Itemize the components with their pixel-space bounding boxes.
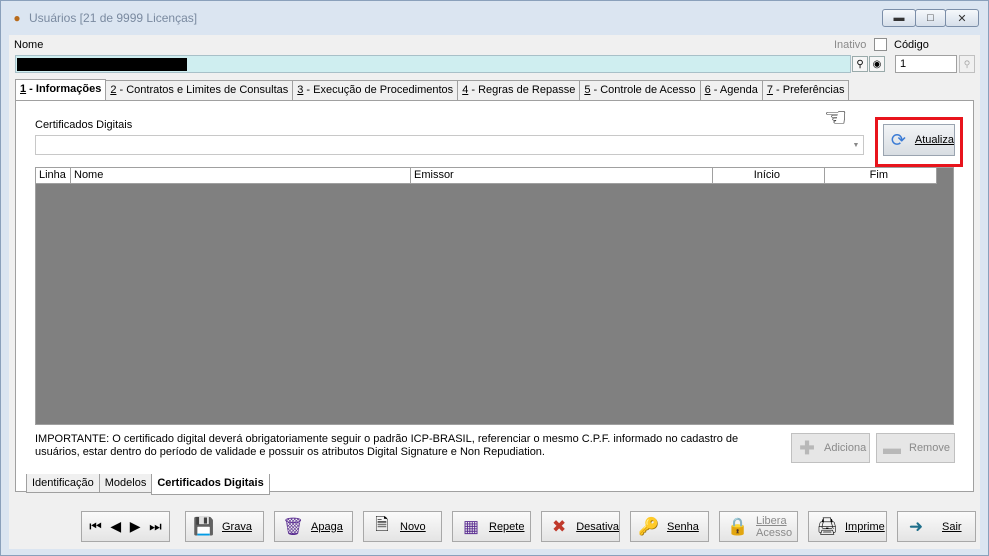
- repete-button[interactable]: ▦ Repete: [452, 511, 531, 542]
- grid-header: Linha Nome Emissor Início Fim: [36, 168, 937, 184]
- adiciona-button[interactable]: ✚ Adiciona: [791, 433, 870, 463]
- tab-preferencias[interactable]: 7 - Preferências: [761, 80, 850, 100]
- pointing-hand-icon: ☞: [824, 102, 848, 132]
- chevron-down-icon[interactable]: ▼: [849, 136, 863, 154]
- key-icon: 🔑: [638, 516, 660, 536]
- refresh-icon: ⟳: [890, 129, 906, 150]
- printer-icon: 🖨: [816, 516, 838, 536]
- subtab-modelos[interactable]: Modelos: [98, 474, 153, 493]
- title-bar[interactable]: ● Usuários [21 de 9999 Licenças] ▬ □ ✕: [1, 1, 988, 35]
- col-linha[interactable]: Linha: [36, 168, 71, 184]
- nome-find-button[interactable]: ◉: [869, 56, 885, 72]
- search-icon: ⚲: [963, 58, 971, 69]
- maximize-icon: □: [927, 12, 934, 24]
- nome-field[interactable]: [15, 55, 851, 73]
- maximize-button[interactable]: □: [915, 9, 946, 27]
- codigo-search-button[interactable]: ⚲: [959, 55, 975, 73]
- senha-button[interactable]: 🔑 Senha: [630, 511, 709, 542]
- bottom-toolbar: ⏮ ◀ ▶ ⏭ 💾 Grava 🗑 Apaga 🗎 Novo ▦ Repete: [9, 508, 980, 549]
- repeat-icon: ▦: [462, 516, 480, 536]
- nome-search-button[interactable]: ⚲: [852, 56, 868, 72]
- tab-informacoes[interactable]: 1 - Informações: [15, 79, 107, 101]
- codigo-label: Código: [894, 39, 929, 51]
- imprime-button[interactable]: 🖨 Imprime: [808, 511, 887, 542]
- save-icon: 💾: [193, 516, 215, 536]
- grava-button[interactable]: 💾 Grava: [185, 511, 264, 542]
- col-nome[interactable]: Nome: [71, 168, 411, 184]
- subtab-certificados[interactable]: Certificados Digitais: [151, 474, 270, 495]
- minimize-icon: ▬: [893, 12, 905, 24]
- binoculars-icon: ◉: [872, 58, 882, 70]
- subtab-identificacao[interactable]: Identificação: [26, 474, 100, 493]
- window-title: Usuários [21 de 9999 Licenças]: [29, 11, 198, 25]
- minus-icon: ▬: [883, 437, 901, 458]
- codigo-field[interactable]: 1: [895, 55, 957, 73]
- libera-acesso-button[interactable]: 🔒 Libera Acesso: [719, 511, 798, 542]
- main-tabs: 1 - Informações 2 - Contratos e Limites …: [15, 79, 850, 101]
- sub-tabs: Identificação Modelos Certificados Digit…: [26, 474, 270, 495]
- inativo-label: Inativo: [834, 39, 867, 51]
- tab-repasse[interactable]: 4 - Regras de Repasse: [457, 80, 581, 100]
- informacoes-panel: Certificados Digitais ▼ ☞ ⟳ Atualiza Lin…: [15, 100, 974, 492]
- tab-agenda[interactable]: 6 - Agenda: [699, 80, 763, 100]
- col-fim[interactable]: Fim: [825, 168, 937, 184]
- close-icon: ✕: [957, 12, 967, 25]
- certificados-label: Certificados Digitais: [35, 119, 133, 131]
- record-navigator: ⏮ ◀ ▶ ⏭: [81, 511, 170, 542]
- close-button[interactable]: ✕: [945, 9, 979, 27]
- next-record-icon[interactable]: ▶: [130, 518, 141, 535]
- first-record-icon[interactable]: ⏮: [89, 518, 102, 535]
- apaga-button[interactable]: 🗑 Apaga: [274, 511, 353, 542]
- exit-icon: ➜: [908, 516, 924, 536]
- highlight-box: ⟳ Atualiza: [875, 117, 963, 167]
- nome-label: Nome: [14, 39, 44, 51]
- certificados-grid[interactable]: Linha Nome Emissor Início Fim: [35, 167, 954, 425]
- previous-record-icon[interactable]: ◀: [110, 518, 121, 535]
- atualiza-button[interactable]: ⟳ Atualiza: [883, 124, 955, 156]
- plus-icon: ✚: [799, 437, 815, 458]
- form-content: Nome ⚲ ◉ Inativo Código 1 ⚲ 1 - Informaç…: [9, 35, 980, 549]
- usuarios-window: ● Usuários [21 de 9999 Licenças] ▬ □ ✕ N…: [0, 0, 989, 556]
- remove-button[interactable]: ▬ Remove: [876, 433, 955, 463]
- trash-icon: 🗑: [282, 516, 304, 536]
- last-record-icon[interactable]: ⏭: [149, 518, 162, 535]
- importante-note: IMPORTANTE: O certificado digital deverá…: [35, 433, 739, 458]
- desativa-button[interactable]: ✖ Desativa: [541, 511, 620, 542]
- users-app-icon: ●: [13, 11, 21, 25]
- lock-icon: 🔒: [727, 516, 749, 536]
- minimize-button[interactable]: ▬: [882, 9, 916, 27]
- new-document-icon: 🗎: [375, 515, 389, 534]
- nome-redacted-value: [17, 58, 187, 71]
- tab-contratos[interactable]: 2 - Contratos e Limites de Consultas: [105, 80, 294, 100]
- certificados-combo[interactable]: ▼: [35, 135, 864, 155]
- sair-button[interactable]: ➜ Sair: [897, 511, 976, 542]
- tab-controle-acesso[interactable]: 5 - Controle de Acesso: [579, 80, 701, 100]
- col-emissor[interactable]: Emissor: [411, 168, 713, 184]
- deactivate-user-icon: ✖: [551, 516, 567, 536]
- col-inicio[interactable]: Início: [713, 168, 825, 184]
- novo-button[interactable]: 🗎 Novo: [363, 511, 442, 542]
- search-icon: ⚲: [856, 58, 864, 70]
- tab-execucao[interactable]: 3 - Execução de Procedimentos: [292, 80, 459, 100]
- inativo-checkbox[interactable]: [874, 38, 887, 51]
